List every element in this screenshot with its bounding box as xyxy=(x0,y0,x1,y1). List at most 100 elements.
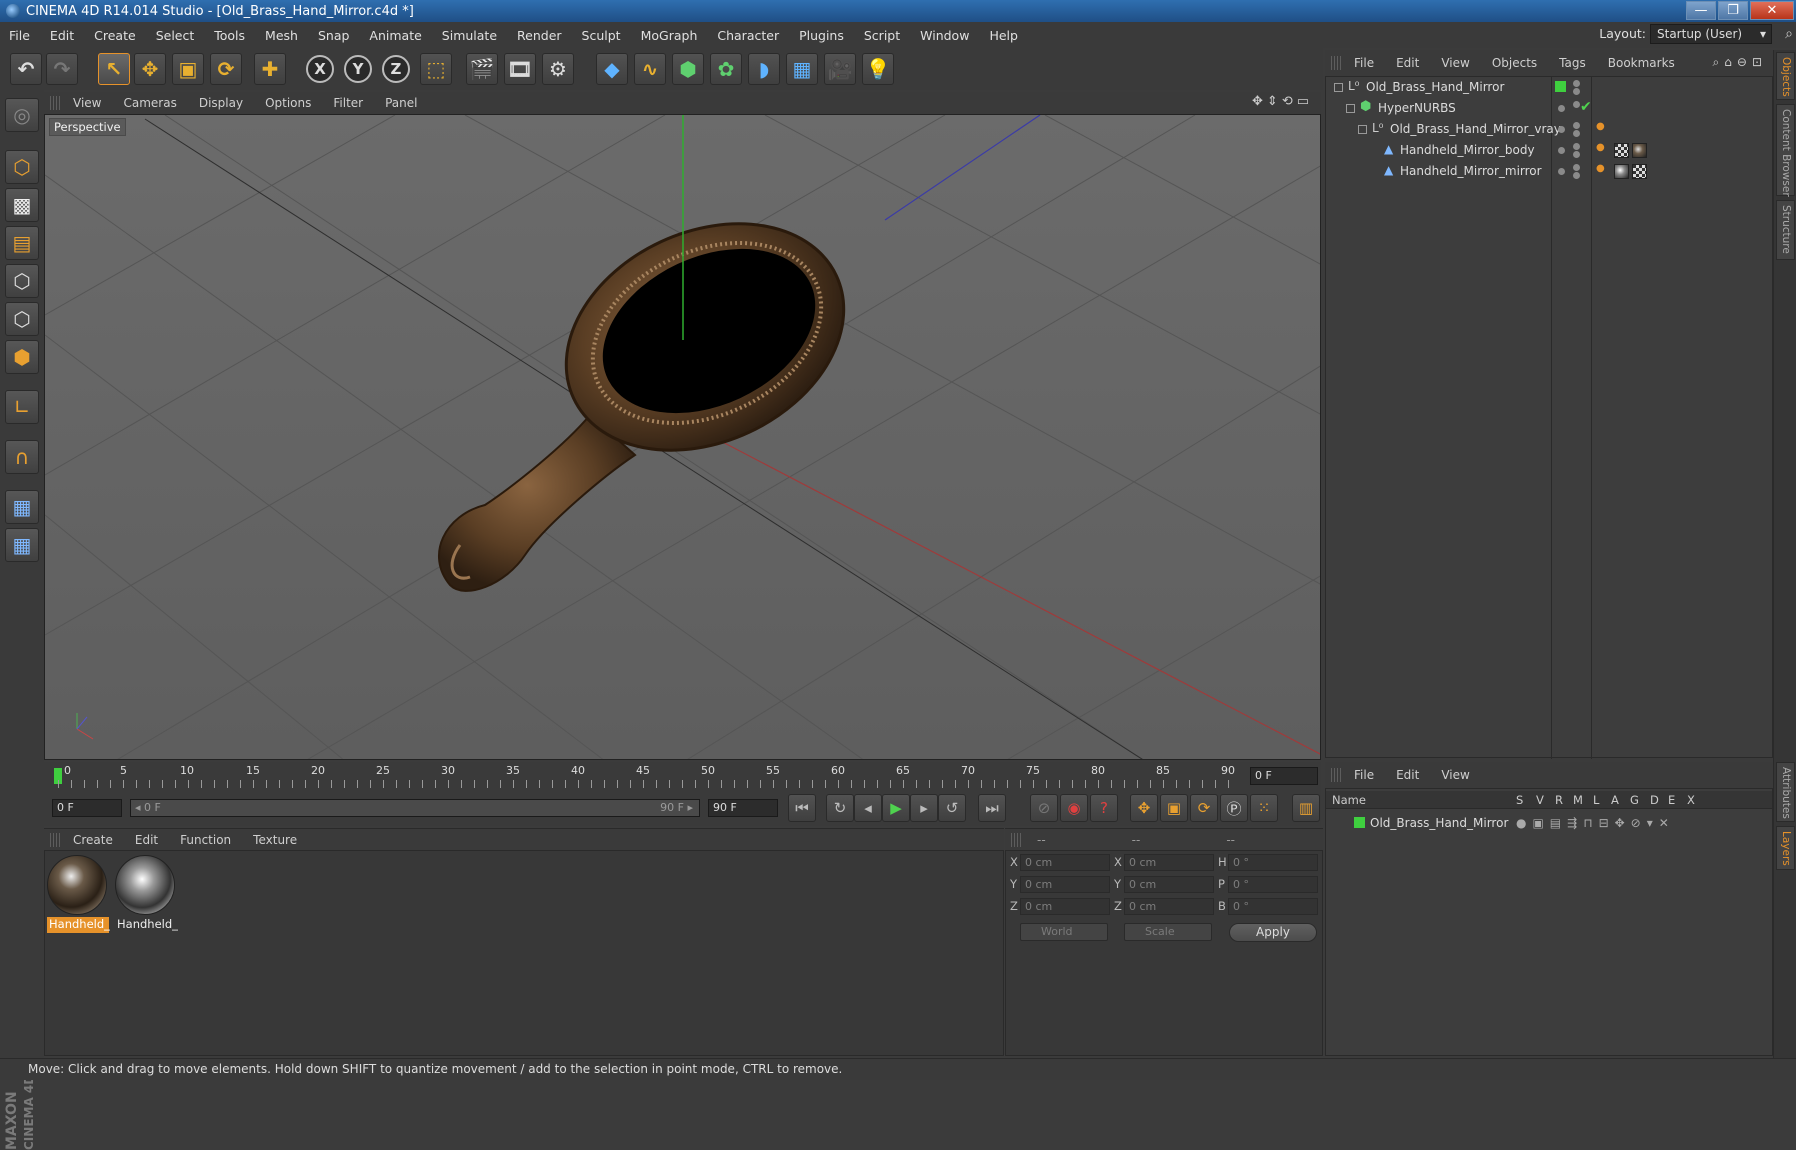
material-swatch[interactable]: Handheld_ xyxy=(47,855,110,935)
menu-window[interactable]: Window xyxy=(911,28,980,43)
go-to-end-icon[interactable]: ⏭ xyxy=(978,794,1006,822)
go-to-start-icon[interactable]: ⏮ xyxy=(788,794,816,822)
tree-row[interactable]: ▲ Handheld_Mirror_body ● xyxy=(1326,140,1772,161)
autokey-icon[interactable]: ? xyxy=(1090,794,1118,822)
menu-plugins[interactable]: Plugins xyxy=(790,28,855,43)
key-position-icon[interactable]: ✥ xyxy=(1130,794,1158,822)
column-xref[interactable]: X xyxy=(1687,793,1695,807)
tab-content-browser[interactable]: Content Browser xyxy=(1776,104,1795,197)
camera-icon[interactable]: 🎥 xyxy=(824,53,856,85)
rotation-p-field[interactable]: 0 ° xyxy=(1228,876,1318,893)
layers-menu-view[interactable]: View xyxy=(1430,768,1480,782)
visibility-dot[interactable] xyxy=(1573,164,1580,171)
layer-color-swatch[interactable] xyxy=(1555,81,1566,92)
menu-character[interactable]: Character xyxy=(708,28,790,43)
panel-grip-icon[interactable] xyxy=(1331,768,1343,782)
points-mode-icon[interactable]: ⬡ xyxy=(5,264,39,298)
play-forward-icon[interactable]: ▶ xyxy=(882,794,910,822)
menu-select[interactable]: Select xyxy=(147,28,206,43)
position-z-field[interactable]: 0 cm xyxy=(1020,898,1110,915)
end-frame-field[interactable]: 90 F xyxy=(708,799,778,817)
objects-menu-bookmarks[interactable]: Bookmarks xyxy=(1597,56,1686,70)
visibility-dot[interactable] xyxy=(1558,126,1565,133)
visibility-dot[interactable] xyxy=(1573,101,1580,108)
viewport-menu-filter[interactable]: Filter xyxy=(322,96,374,110)
menu-animate[interactable]: Animate xyxy=(360,28,432,43)
size-x-field[interactable]: 0 cm xyxy=(1124,854,1214,871)
layers-menu-file[interactable]: File xyxy=(1343,768,1385,782)
rotation-b-field[interactable]: 0 ° xyxy=(1228,898,1318,915)
column-animation[interactable]: A xyxy=(1611,793,1619,807)
enabled-check-icon[interactable]: ✔ xyxy=(1580,99,1592,115)
size-z-field[interactable]: 0 cm xyxy=(1124,898,1214,915)
cube-object-icon[interactable]: ◆ xyxy=(596,53,628,85)
layer-color-swatch[interactable] xyxy=(1354,817,1365,828)
axis-mode-icon[interactable]: ∟ xyxy=(5,390,39,424)
texture-mode-icon[interactable]: ▩ xyxy=(5,188,39,222)
x-axis-lock-icon[interactable]: X xyxy=(306,55,334,83)
close-button[interactable]: ✕ xyxy=(1750,1,1794,20)
visibility-dot[interactable] xyxy=(1573,122,1580,129)
scale-tool-icon[interactable]: ▣ xyxy=(172,53,204,85)
viewport-menu-cameras[interactable]: Cameras xyxy=(112,96,187,110)
phong-tag-icon[interactable]: ● xyxy=(1596,121,1605,132)
menu-script[interactable]: Script xyxy=(855,28,911,43)
layer-row[interactable]: Old_Brass_Hand_Mirror ●▣▤⇶⊓⊟✥⊘▾✕ xyxy=(1326,813,1772,834)
3d-viewport[interactable]: Perspective xyxy=(44,114,1321,760)
menu-mesh[interactable]: Mesh xyxy=(256,28,309,43)
model-mode-icon[interactable]: ⬡ xyxy=(5,150,39,184)
layer-toggle-icons[interactable]: ●▣▤⇶⊓⊟✥⊘▾✕ xyxy=(1516,816,1675,830)
y-axis-lock-icon[interactable]: Y xyxy=(344,55,372,83)
menu-sculpt[interactable]: Sculpt xyxy=(573,28,632,43)
phong-tag-icon[interactable]: ● xyxy=(1596,142,1605,153)
polygons-mode-icon[interactable]: ⬢ xyxy=(5,340,39,374)
column-manager[interactable]: M xyxy=(1573,793,1583,807)
objects-menu-file[interactable]: File xyxy=(1343,56,1385,70)
layout-select[interactable]: Startup (User) xyxy=(1650,24,1772,44)
column-render[interactable]: R xyxy=(1555,793,1563,807)
start-frame-field[interactable]: 0 F xyxy=(52,799,122,817)
live-selection-icon[interactable]: ↖ xyxy=(98,53,130,85)
collapse-icon[interactable] xyxy=(1334,83,1343,92)
material-menu-texture[interactable]: Texture xyxy=(242,833,308,847)
coordinate-system-icon[interactable]: ⬚ xyxy=(420,53,452,85)
material-menu-create[interactable]: Create xyxy=(62,833,124,847)
array-mograph-icon[interactable]: ✿ xyxy=(710,53,742,85)
edges-mode-icon[interactable]: ⬡ xyxy=(5,302,39,336)
render-view-icon[interactable]: 🎬 xyxy=(466,53,498,85)
objects-menu-tags[interactable]: Tags xyxy=(1548,56,1597,70)
material-manager-area[interactable]: Handheld_ Handheld_ xyxy=(44,850,1004,1056)
render-dot[interactable] xyxy=(1573,172,1580,179)
visibility-dot[interactable] xyxy=(1573,143,1580,150)
tab-attributes[interactable]: Attributes xyxy=(1776,762,1795,822)
tab-objects[interactable]: Objects xyxy=(1776,52,1795,100)
panel-grip-icon[interactable] xyxy=(1331,56,1343,70)
material-tag-icon[interactable] xyxy=(1632,143,1647,158)
deformer-icon[interactable]: ◗ xyxy=(748,53,780,85)
phong-tag-icon[interactable]: ● xyxy=(1596,163,1605,174)
coordinate-mode-dropdown[interactable]: World xyxy=(1020,923,1108,941)
key-parameter-icon[interactable]: Ⓟ xyxy=(1220,794,1248,822)
collapse-icon[interactable] xyxy=(1358,125,1367,134)
render-settings-icon[interactable]: ⚙ xyxy=(542,53,574,85)
tab-structure[interactable]: Structure xyxy=(1776,200,1795,260)
move-tool-icon[interactable]: ✥ xyxy=(134,53,166,85)
minimize-button[interactable]: — xyxy=(1686,1,1716,20)
key-scale-icon[interactable]: ▣ xyxy=(1160,794,1188,822)
snap-magnet-icon[interactable]: ∩ xyxy=(5,440,39,474)
objects-menu-view[interactable]: View xyxy=(1430,56,1480,70)
record-keys-disabled-icon[interactable]: ⊘ xyxy=(1030,794,1058,822)
viewport-menu-options[interactable]: Options xyxy=(254,96,322,110)
panel-grip-icon[interactable] xyxy=(50,96,62,110)
position-x-field[interactable]: 0 cm xyxy=(1020,854,1110,871)
panel-grip-icon[interactable] xyxy=(1011,832,1023,847)
maximize-button[interactable]: ❐ xyxy=(1718,1,1748,20)
tab-layers[interactable]: Layers xyxy=(1776,826,1795,870)
menu-mograph[interactable]: MoGraph xyxy=(632,28,709,43)
collapse-icon[interactable] xyxy=(1346,104,1355,113)
material-swatch[interactable]: Handheld_ xyxy=(115,855,178,935)
tree-row[interactable]: L⁰ Old_Brass_Hand_Mirror xyxy=(1326,77,1772,98)
tree-row[interactable]: L⁰ Old_Brass_Hand_Mirror_vray ● xyxy=(1326,119,1772,140)
recent-tools-icon[interactable]: ✚ xyxy=(254,53,286,85)
next-key-icon[interactable]: ↺ xyxy=(938,794,966,822)
